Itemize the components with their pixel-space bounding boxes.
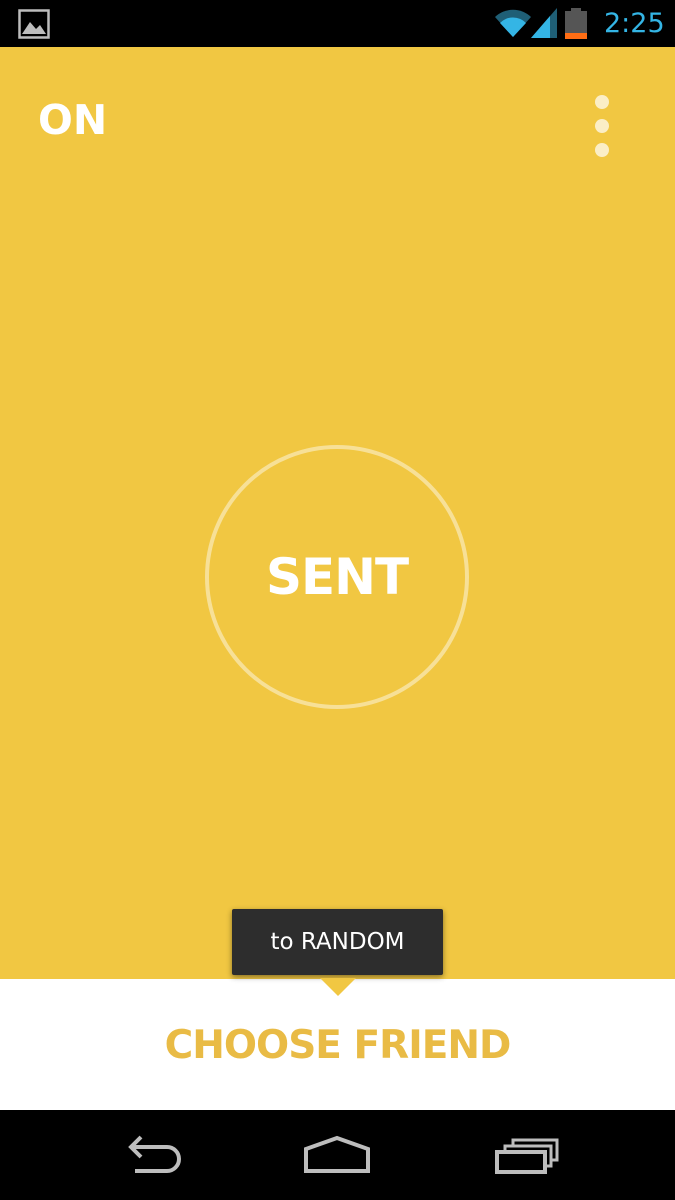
gallery-notification-icon — [18, 9, 50, 39]
battery-icon — [565, 8, 587, 39]
back-button[interactable] — [105, 1125, 195, 1185]
navigation-bar — [0, 1110, 675, 1200]
recipient-tooltip: to RANDOM — [232, 909, 443, 975]
status-time: 2:25 — [604, 8, 665, 39]
home-icon — [304, 1135, 370, 1173]
overflow-dot — [595, 95, 609, 109]
overflow-menu-icon[interactable] — [584, 91, 620, 163]
choose-friend-label: CHOOSE FRIEND — [164, 1023, 512, 1068]
tooltip-pointer — [320, 978, 356, 996]
power-toggle-label[interactable]: ON — [38, 95, 107, 145]
back-icon — [128, 1135, 181, 1173]
home-button[interactable] — [292, 1125, 382, 1185]
signal-icon — [531, 8, 557, 38]
send-button[interactable]: SENT — [204, 444, 470, 710]
main-panel: ON SENT — [0, 47, 675, 979]
status-bar: 2:25 — [0, 0, 675, 47]
send-button-label: SENT — [265, 548, 409, 606]
recents-icon — [495, 1138, 559, 1174]
wifi-icon — [495, 9, 531, 37]
overflow-dot — [595, 119, 609, 133]
choose-friend-button[interactable]: CHOOSE FRIEND — [0, 979, 675, 1110]
overflow-dot — [595, 143, 609, 157]
tooltip-text: to RANDOM — [270, 929, 405, 955]
recents-button[interactable] — [481, 1125, 571, 1185]
